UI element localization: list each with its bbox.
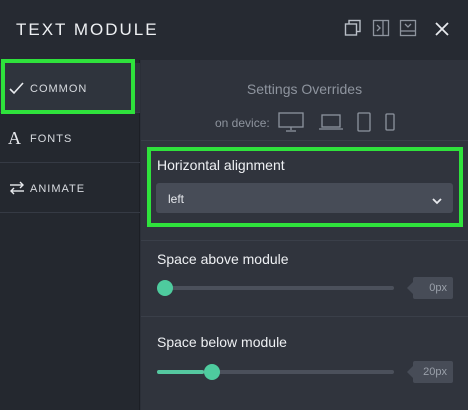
tablet-icon[interactable] [357,112,371,137]
copy-icon[interactable] [344,19,362,37]
swap-arrows-icon [8,179,26,197]
phone-icon[interactable] [385,112,395,137]
font-a-icon: A [8,128,21,148]
panel-title: TEXT MODULE [16,20,159,39]
sidebar-item-fonts[interactable]: A FONTS [0,113,140,163]
space-above-value[interactable]: 0px [407,277,453,299]
sidebar-item-animate[interactable]: ANIMATE [0,163,140,213]
space-below-slider-thumb[interactable] [204,364,221,380]
space-above-label: Space above module [157,251,289,267]
sidebar-item-label: ANIMATE [30,183,86,195]
panel-header: TEXT MODULE [0,0,468,60]
device-label: on device: [215,116,270,130]
sidebar-item-label: FONTS [30,133,73,145]
desktop-icon[interactable] [278,112,304,137]
space-below-section: Space below module 20px [141,316,468,410]
space-above-section: Space above module 0px [141,240,468,316]
space-below-track[interactable] [157,370,394,374]
highlight-box-alignment [147,147,463,227]
close-icon[interactable] [432,19,452,39]
space-below-label: Space below module [157,334,287,350]
minimize-icon[interactable] [399,19,417,37]
laptop-icon[interactable] [319,112,343,137]
highlight-box-common [1,59,135,114]
space-above-track[interactable] [157,286,394,290]
settings-overrides-title: Settings Overrides [246,81,363,97]
space-below-fill [157,370,205,374]
space-above-slider-thumb[interactable] [157,280,173,296]
text-module-panel: TEXT MODULE COMMON A FONTS ANIMATE Setti… [0,0,468,410]
space-below-value[interactable]: 20px [407,361,453,383]
settings-main: Settings Overrides on device: Horizontal… [141,60,468,410]
expand-sidebar-icon[interactable] [372,19,390,37]
